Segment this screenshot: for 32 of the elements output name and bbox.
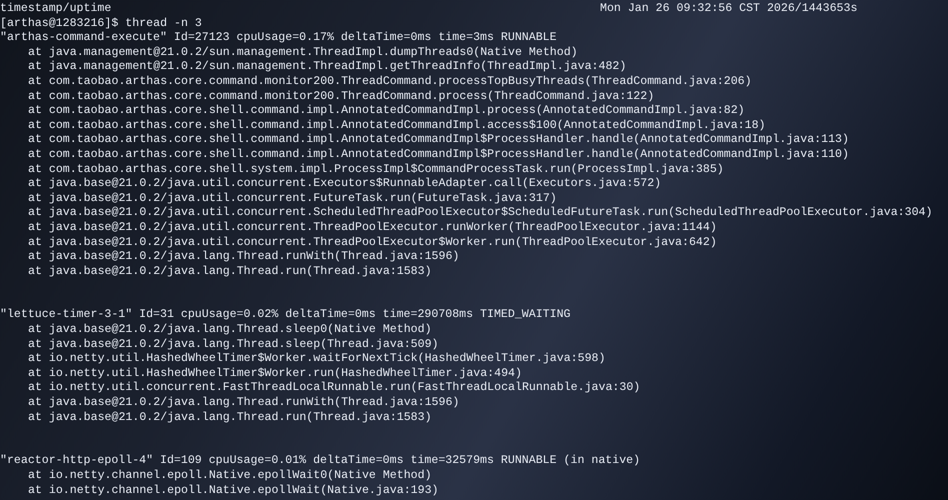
stack-frame: at java.management@21.0.2/sun.management.ThreadImpl.getThreadInfo(ThreadImpl.java:482): [0, 60, 948, 75]
stack-frame: at java.base@21.0.2/java.lang.Thread.run(Thread.java:1583): [0, 410, 948, 426]
stack-frame: at com.taobao.arthas.core.shell.command.impl.AnnotatedCommandImpl.process(AnnotatedCommandImpl.java:82): [0, 104, 948, 119]
stack-frame: at java.base@21.0.2/java.util.concurrent.ThreadPoolExecutor.runWorker(ThreadPoolExecutor.java:1144): [0, 220, 948, 236]
stack-frame: at io.netty.util.concurrent.FastThreadLocalRunnable.run(FastThreadLocalRunnable.java:30): [0, 381, 948, 396]
stack-frame: at com.taobao.arthas.core.shell.command.impl.AnnotatedCommandImpl$ProcessHandler.handle(AnnotatedCommandImpl.java:113): [0, 133, 948, 148]
shell-prompt: [arthas@1283216]$: [0, 16, 118, 32]
stack-frame: at com.taobao.arthas.core.command.monitor200.ThreadCommand.processTopBusyThreads(ThreadCommand.java:206): [0, 74, 948, 90]
thread-header: "reactor-http-epoll-4" Id=109 cpuUsage=0.01% deltaTime=0ms time=32579ms RUNNABLE (in native): [0, 454, 642, 469]
stack-frame: at io.netty.channel.epoll.Native.epollWait0(Native Method): [0, 469, 948, 484]
status-text: Mon Jan 26 09:32:56 CST 2026/1443653s: [600, 2, 858, 17]
stack-frame: at java.base@21.0.2/java.lang.Thread.runWith(Thread.java:1596): [0, 250, 948, 265]
stack-frame: at java.base@21.0.2/java.util.concurrent.ThreadPoolExecutor$Worker.run(ThreadPoolExecutor.java:642): [0, 236, 948, 250]
command-text: thread -n 3: [125, 16, 202, 32]
stack-frame: at com.taobao.arthas.core.command.monitor200.ThreadCommand.process(ThreadCommand.java:122): [0, 90, 948, 104]
stack-frame: at com.taobao.arthas.core.shell.command.impl.AnnotatedCommandImpl$ProcessHandler.handle(AnnotatedCommandImpl.java:110): [0, 148, 948, 163]
stack-frame: at java.base@21.0.2/java.util.concurrent.FutureTask.run(FutureTask.java:317): [0, 192, 948, 206]
thread-header: "arthas-command-execute" Id=27123 cpuUsage=0.17% deltaTime=0ms time=3ms RUNNABLE: [0, 31, 558, 46]
stack-frame: at java.base@21.0.2/java.lang.Thread.run(Thread.java:1583): [0, 264, 948, 280]
stack-frame: at com.taobao.arthas.core.shell.system.impl.ProcessImpl$CommandProcessTask.run(ProcessImpl.java:385): [0, 162, 948, 178]
status-text: timestamp/uptime: [0, 2, 112, 17]
stack-frame: at java.base@21.0.2/java.util.concurrent.Executors$RunnableAdapter.call(Executors.java:572): [0, 177, 948, 192]
stack-frame: at java.base@21.0.2/java.lang.Thread.sleep(Thread.java:509): [0, 338, 948, 352]
stack-frame: at java.management@21.0.2/sun.management.ThreadImpl.dumpThreads0(Native Method): [0, 46, 948, 60]
stack-frame: at java.base@21.0.2/java.lang.Thread.sleep0(Native Method): [0, 323, 948, 338]
stack-frame: at io.netty.channel.epoll.Native.epollWait(Native.java:193): [0, 484, 948, 498]
stack-frame: at io.netty.util.HashedWheelTimer$Worker.waitForNextTick(HashedWheelTimer.java:598): [0, 352, 948, 367]
thread-header: "lettuce-timer-3-1" Id=31 cpuUsage=0.02% deltaTime=0ms time=290708ms TIMED_WAITING: [0, 308, 572, 324]
stack-frame: at io.netty.util.HashedWheelTimer$Worker.run(HashedWheelTimer.java:494): [0, 366, 948, 382]
stack-frame: at java.base@21.0.2/java.util.concurrent.ScheduledThreadPoolExecutor$ScheduledFutureTask.run(ScheduledThreadPoolExecutor.java:304): [0, 206, 948, 221]
stack-frame: at java.base@21.0.2/java.lang.Thread.runWith(Thread.java:1596): [0, 396, 948, 411]
stack-frame: at com.taobao.arthas.core.shell.command.impl.AnnotatedCommandImpl.access$100(AnnotatedCommandImpl.java:18): [0, 118, 948, 134]
